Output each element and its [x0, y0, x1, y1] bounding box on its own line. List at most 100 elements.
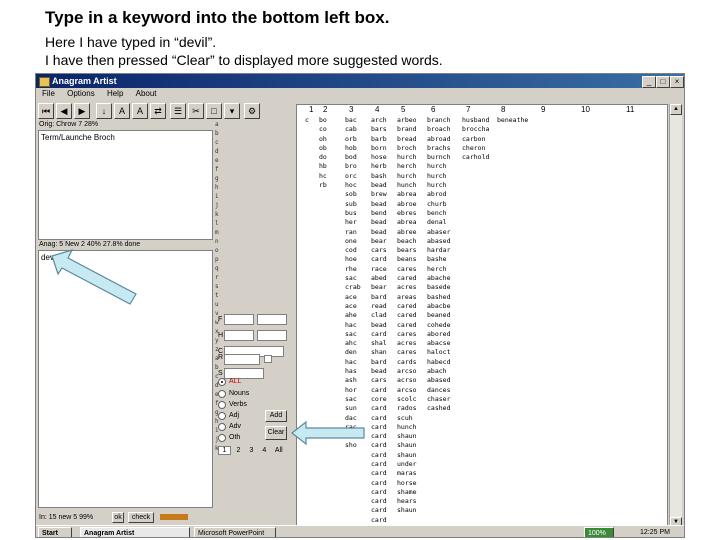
radio-adj[interactable]: [218, 412, 226, 420]
tab-1[interactable]: 1: [218, 446, 231, 455]
start-label: Start: [42, 530, 58, 537]
grid-column-2[interactable]: bo co oh ob do hb hc rb: [319, 116, 327, 190]
original-text: Term/Launche Broch: [41, 133, 115, 142]
filter-label-h: H: [218, 332, 224, 339]
tools-icon[interactable]: ⚙: [244, 103, 260, 119]
suggestion-grid: 1 2 3 4 5 6 7 8 9 10 11 c bo co oh ob do hb hc rb ba…: [296, 104, 668, 528]
menu-bar: File Options Help About: [36, 88, 684, 100]
start-button[interactable]: Start: [38, 527, 72, 537]
progress-bar: [160, 514, 188, 520]
grid-header-9[interactable]: 9: [541, 105, 545, 114]
radio-nouns[interactable]: [218, 390, 226, 398]
grid-column-6[interactable]: branch broach abroad brachs burnch hurch…: [427, 116, 450, 414]
tab-4[interactable]: 4: [259, 447, 270, 454]
grid-header-1[interactable]: 1: [309, 105, 313, 114]
app-icon: [39, 77, 50, 87]
taskbar: Start Anagram Artist Microsoft PowerPoin…: [36, 525, 684, 537]
bottom-pane-status: Anag: 5 New 2 40% 27.8% done: [39, 241, 141, 248]
radio-oth[interactable]: [218, 434, 226, 442]
vertical-scrollbar[interactable]: ▲ ▼: [669, 104, 682, 528]
filter-tabs: 1 2 3 4 All: [218, 446, 286, 455]
radio-all-label: ALL: [229, 378, 242, 385]
grid-column-8[interactable]: beneathe: [497, 116, 528, 125]
next-icon[interactable]: ▶: [74, 103, 90, 119]
radio-verbs[interactable]: [218, 401, 226, 409]
filter-field-1[interactable]: [224, 314, 254, 325]
filter-label-s: S: [218, 370, 223, 377]
cut-icon[interactable]: ✂: [188, 103, 204, 119]
grid-header-5[interactable]: 5: [401, 105, 405, 114]
grid-column-1[interactable]: c: [305, 116, 309, 125]
check-button[interactable]: check: [128, 512, 154, 523]
menu-file[interactable]: File: [42, 89, 55, 98]
grid-column-3[interactable]: bac cab orb hob bod bro orc hoc sob sub …: [345, 116, 361, 451]
minimize-button[interactable]: _: [642, 76, 656, 88]
filter-field-3[interactable]: [224, 330, 254, 341]
grid-header: 1 2 3 4 5 6 7 8 9 10 11: [297, 105, 667, 115]
menu-about[interactable]: About: [136, 89, 157, 98]
radio-adv-label: Adv: [229, 423, 242, 430]
title-bar[interactable]: Anagram Artist _ □ ×: [36, 74, 684, 88]
arrow-to-clear-icon: [291, 420, 365, 446]
battery-label: 100%: [588, 530, 606, 537]
radio-all[interactable]: [218, 378, 226, 386]
menu-options[interactable]: Options: [67, 89, 95, 98]
radio-nouns-label: Nouns: [229, 390, 250, 397]
font-b-icon[interactable]: A: [132, 103, 148, 119]
caption-line-1: Here I have typed in “devil”.: [45, 34, 217, 50]
arrow-to-keyword-icon: [51, 249, 137, 305]
close-button[interactable]: ×: [670, 76, 684, 88]
radio-oth-label: Oth: [229, 434, 241, 441]
box-icon[interactable]: □: [206, 103, 222, 119]
swap-icon[interactable]: ⇄: [150, 103, 166, 119]
window-title: Anagram Artist: [52, 76, 117, 86]
first-icon[interactable]: ⏮: [38, 103, 54, 119]
grid-column-4[interactable]: arch bars barb born hose herb bash bead …: [371, 116, 387, 527]
filter-field-4[interactable]: [257, 330, 287, 341]
original-text-box[interactable]: Term/Launche Broch: [38, 130, 213, 240]
grid-header-2[interactable]: 2: [323, 105, 327, 114]
task-anagram-artist[interactable]: Anagram Artist: [80, 527, 190, 537]
menu-help[interactable]: Help: [107, 89, 123, 98]
scroll-up-icon[interactable]: ▲: [670, 104, 682, 115]
filter-field-2[interactable]: [257, 314, 287, 325]
toolbar: ⏮ ◀ ▶ ↓ A A ⇄ ☰ ✂ □ ▾ ⚙: [38, 101, 278, 121]
grid-column-5[interactable]: arbeo brand bread broch hurch herch hurc…: [397, 116, 417, 516]
grid-header-10[interactable]: 10: [581, 105, 590, 114]
filter-checkbox[interactable]: [264, 355, 272, 363]
status-text: In: 15 new 5 99%: [39, 514, 94, 521]
filter-field-6[interactable]: [224, 354, 260, 365]
ok-button[interactable]: ok: [112, 512, 124, 523]
clear-button[interactable]: Clear: [265, 426, 287, 440]
grid-header-8[interactable]: 8: [501, 105, 505, 114]
filter-label-f: F: [218, 316, 223, 323]
radio-adj-label: Adj: [229, 412, 240, 419]
radio-adv[interactable]: [218, 423, 226, 431]
list-icon[interactable]: ☰: [170, 103, 186, 119]
tab-all[interactable]: All: [272, 447, 286, 454]
caption-line-2: I have then pressed “Clear” to displayed…: [45, 52, 443, 68]
font-a-icon[interactable]: A: [114, 103, 130, 119]
task-anagram-label: Anagram Artist: [84, 530, 135, 537]
top-pane-status: Orig: Chrow 7 28%: [39, 121, 99, 128]
grid-header-4[interactable]: 4: [375, 105, 379, 114]
grid-header-3[interactable]: 3: [349, 105, 353, 114]
tab-2[interactable]: 2: [233, 447, 244, 454]
caption-title: Type in a keyword into the bottom left b…: [45, 8, 390, 27]
down-arrow-icon[interactable]: ↓: [96, 103, 112, 119]
battery-badge: 100%: [584, 527, 614, 537]
status-bar: In: 15 new 5 99% ok check: [36, 511, 296, 525]
maximize-button[interactable]: □: [656, 76, 670, 88]
grid-header-11[interactable]: 11: [626, 105, 634, 114]
filter-label-r: R: [218, 354, 224, 361]
radio-verbs-label: Verbs: [229, 401, 247, 408]
task-powerpoint[interactable]: Microsoft PowerPoint: [194, 527, 276, 537]
add-button[interactable]: Add: [265, 410, 287, 422]
task-powerpoint-label: Microsoft PowerPoint: [198, 530, 265, 537]
grid-column-7[interactable]: husband broccha carbon cheron carhold: [462, 116, 489, 162]
tab-3[interactable]: 3: [246, 447, 257, 454]
grid-header-6[interactable]: 6: [431, 105, 435, 114]
prev-icon[interactable]: ◀: [56, 103, 72, 119]
dropdown-icon[interactable]: ▾: [224, 103, 240, 119]
grid-header-7[interactable]: 7: [466, 105, 470, 114]
